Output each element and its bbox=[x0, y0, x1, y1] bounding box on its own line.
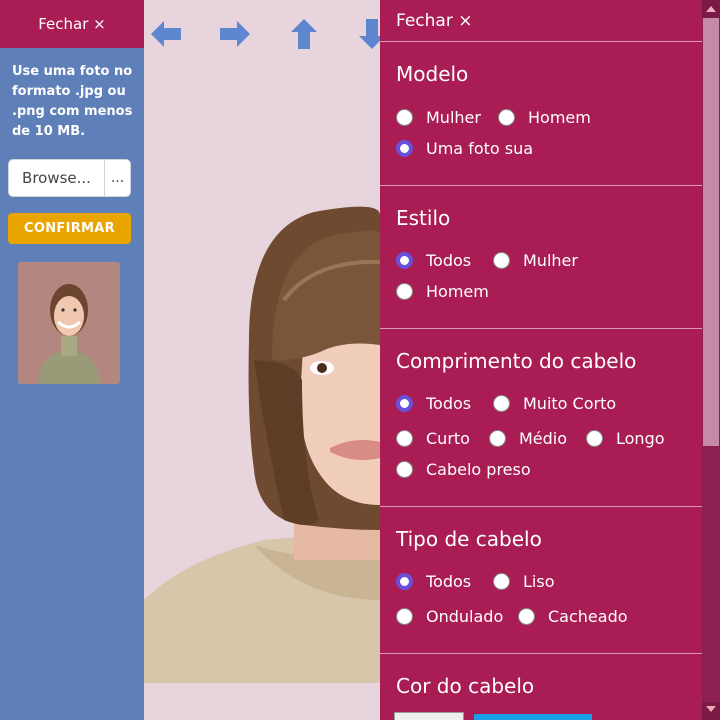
radio-button[interactable] bbox=[396, 109, 413, 126]
radio-button[interactable] bbox=[518, 608, 535, 625]
radio-button[interactable] bbox=[493, 395, 510, 412]
option-label: Todos bbox=[426, 572, 472, 591]
option-label: Todos bbox=[426, 394, 472, 413]
option-label: Longo bbox=[616, 429, 665, 448]
radio-comprimento-muito-corto[interactable]: Muito Corto bbox=[493, 394, 616, 413]
option-label: Ondulado bbox=[426, 607, 504, 626]
option-label: Homem bbox=[528, 108, 591, 127]
uploaded-photo-thumbnail[interactable] bbox=[18, 262, 120, 384]
file-name-field[interactable]: ... bbox=[105, 159, 131, 197]
radio-modelo-homem[interactable]: Homem bbox=[498, 108, 591, 127]
upload-panel: Fechar × Use uma foto no formato .jpg ou… bbox=[0, 0, 144, 720]
radio-button-checked[interactable] bbox=[396, 573, 413, 590]
radio-comprimento-longo[interactable]: Longo bbox=[586, 429, 665, 448]
option-label: Mulher bbox=[523, 251, 578, 270]
radio-modelo-mulher[interactable]: Mulher bbox=[396, 108, 481, 127]
section-estilo: Estilo Todos Mulher Homem bbox=[380, 185, 702, 329]
arrow-right-icon[interactable] bbox=[217, 16, 253, 52]
options-panel: Fechar × Modelo Mulher Homem Uma foto su… bbox=[380, 0, 702, 720]
color-swatch-blue[interactable] bbox=[474, 714, 592, 720]
section-comprimento: Comprimento do cabelo Todos Muito Corto … bbox=[380, 328, 702, 507]
radio-estilo-mulher[interactable]: Mulher bbox=[493, 251, 578, 270]
radio-button-checked[interactable] bbox=[396, 140, 413, 157]
browse-button[interactable]: Browse... bbox=[8, 159, 105, 197]
radio-button-checked[interactable] bbox=[396, 395, 413, 412]
radio-button[interactable] bbox=[396, 430, 413, 447]
radio-comprimento-medio[interactable]: Médio bbox=[489, 429, 567, 448]
radio-modelo-foto[interactable]: Uma foto sua bbox=[396, 139, 533, 158]
scrollbar[interactable] bbox=[702, 0, 720, 720]
arrow-up-icon[interactable] bbox=[286, 16, 322, 52]
section-title: Modelo bbox=[396, 62, 469, 86]
section-title: Comprimento do cabelo bbox=[396, 349, 637, 373]
radio-comprimento-curto[interactable]: Curto bbox=[396, 429, 470, 448]
radio-tipo-todos[interactable]: Todos bbox=[396, 572, 471, 591]
scroll-up-icon[interactable] bbox=[706, 6, 716, 12]
option-label: Muito Corto bbox=[523, 394, 617, 413]
option-label: Médio bbox=[519, 429, 568, 448]
arrow-left-icon[interactable] bbox=[148, 16, 184, 52]
option-label: Uma foto sua bbox=[426, 139, 534, 158]
radio-tipo-cacheado[interactable]: Cacheado bbox=[518, 607, 628, 626]
section-title: Tipo de cabelo bbox=[396, 527, 542, 551]
radio-button[interactable] bbox=[493, 252, 510, 269]
file-input[interactable]: Browse... ... bbox=[8, 159, 131, 197]
radio-tipo-liso[interactable]: Liso bbox=[493, 572, 554, 591]
section-cor: Cor do cabelo bbox=[380, 653, 702, 720]
option-label: Todos bbox=[426, 251, 472, 270]
radio-comprimento-todos[interactable]: Todos bbox=[396, 394, 471, 413]
radio-button[interactable] bbox=[489, 430, 506, 447]
section-tipo: Tipo de cabelo Todos Liso Ondulado Cache… bbox=[380, 506, 702, 654]
section-title: Estilo bbox=[396, 206, 451, 230]
color-swatch-light[interactable] bbox=[394, 712, 464, 720]
hairstyle-preview bbox=[144, 0, 380, 720]
scroll-thumb[interactable] bbox=[703, 18, 719, 446]
upload-instructions: Use uma foto no formato .jpg ou .png com… bbox=[12, 64, 133, 139]
radio-button[interactable] bbox=[396, 608, 413, 625]
confirm-button[interactable]: CONFIRMAR bbox=[8, 213, 131, 244]
radio-button[interactable] bbox=[498, 109, 515, 126]
option-label: Curto bbox=[426, 429, 470, 448]
upload-panel-close-button[interactable]: Fechar × bbox=[0, 0, 144, 48]
option-label: Liso bbox=[523, 572, 555, 591]
radio-button[interactable] bbox=[396, 461, 413, 478]
radio-button[interactable] bbox=[396, 283, 413, 300]
section-title: Cor do cabelo bbox=[396, 674, 535, 698]
radio-estilo-homem[interactable]: Homem bbox=[396, 282, 489, 301]
radio-button-checked[interactable] bbox=[396, 252, 413, 269]
option-label: Cabelo preso bbox=[426, 460, 531, 479]
options-close-button[interactable]: Fechar × bbox=[380, 0, 702, 42]
section-modelo: Modelo Mulher Homem Uma foto sua bbox=[380, 42, 702, 186]
preview-bottom-strip bbox=[144, 683, 380, 720]
radio-button[interactable] bbox=[586, 430, 603, 447]
scroll-down-icon[interactable] bbox=[706, 706, 716, 712]
option-label: Homem bbox=[426, 282, 489, 301]
option-label: Mulher bbox=[426, 108, 481, 127]
radio-button[interactable] bbox=[493, 573, 510, 590]
radio-comprimento-preso[interactable]: Cabelo preso bbox=[396, 460, 531, 479]
radio-estilo-todos[interactable]: Todos bbox=[396, 251, 471, 270]
radio-tipo-ondulado[interactable]: Ondulado bbox=[396, 607, 503, 626]
option-label: Cacheado bbox=[548, 607, 628, 626]
